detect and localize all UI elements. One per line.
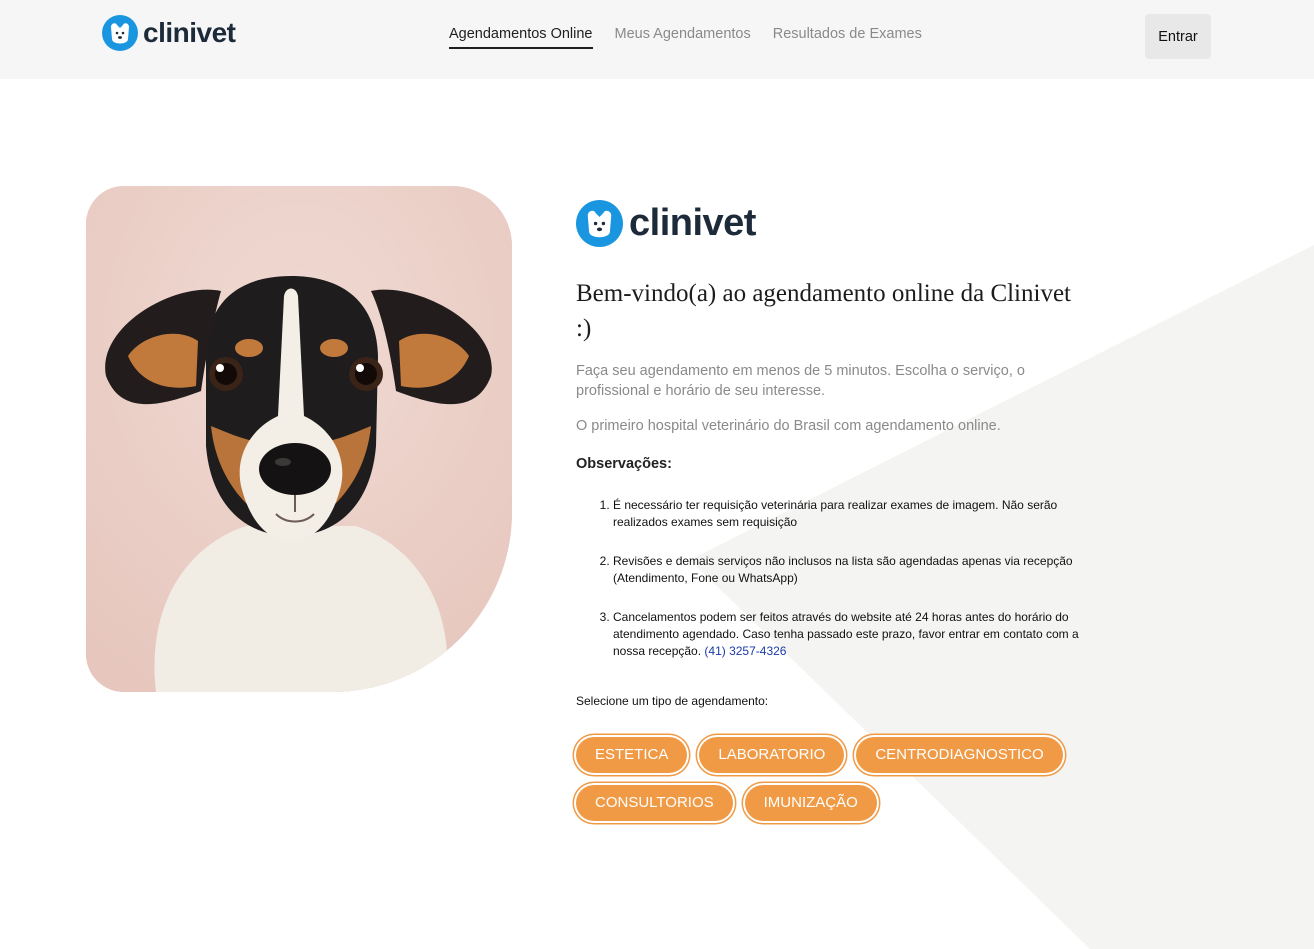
appointment-type-buttons: ESTETICA LABORATORIO CENTRODIAGNOSTICO CON…: [576, 737, 1086, 833]
observation-item: É necessário ter requisição veterinária …: [613, 497, 1079, 531]
dog-photo: [86, 186, 512, 692]
top-navigation-bar: clinivet Agendamentos Online Meus Agenda…: [0, 0, 1314, 79]
login-button[interactable]: Entrar: [1145, 14, 1211, 59]
nav-resultados-de-exames[interactable]: Resultados de Exames: [773, 26, 922, 49]
main-nav: Agendamentos Online Meus Agendamentos Re…: [449, 26, 922, 49]
type-estetica-button[interactable]: ESTETICA: [576, 737, 688, 773]
clinivet-logo-icon: [102, 15, 138, 51]
observations-title: Observações:: [576, 456, 672, 472]
content-logo: clinivet: [576, 200, 756, 247]
select-type-label: Selecione um tipo de agendamento:: [576, 694, 769, 708]
observation-item: Cancelamentos podem ser feitos através d…: [613, 609, 1079, 660]
brand-name: clinivet: [629, 202, 756, 244]
intro-text: Faça seu agendamento em menos de 5 minut…: [576, 363, 1025, 399]
nav-meus-agendamentos[interactable]: Meus Agendamentos: [615, 26, 751, 49]
nav-agendamentos-online[interactable]: Agendamentos Online: [449, 26, 593, 49]
tagline-text: O primeiro hospital veterinário do Brasi…: [576, 418, 1001, 434]
observation-item: Revisões e demais serviços não inclusos …: [613, 553, 1079, 587]
clinivet-logo-icon: [576, 200, 623, 247]
phone-number[interactable]: (41) 3257-4326: [704, 644, 786, 658]
header-logo[interactable]: clinivet: [102, 15, 236, 51]
page-title: Bem-vindo(a) ao agendamento online da Cl…: [576, 280, 1071, 342]
type-imunizacao-button[interactable]: IMUNIZAÇÃO: [744, 785, 877, 821]
observations-list: É necessário ter requisição veterinária …: [576, 497, 1079, 660]
brand-name: clinivet: [143, 17, 236, 48]
type-laboratorio-button[interactable]: LABORATORIO: [699, 737, 845, 773]
type-centrodiagnostico-button[interactable]: CENTRODIAGNOSTICO: [856, 737, 1063, 773]
type-consultorios-button[interactable]: CONSULTORIOS: [576, 785, 733, 821]
